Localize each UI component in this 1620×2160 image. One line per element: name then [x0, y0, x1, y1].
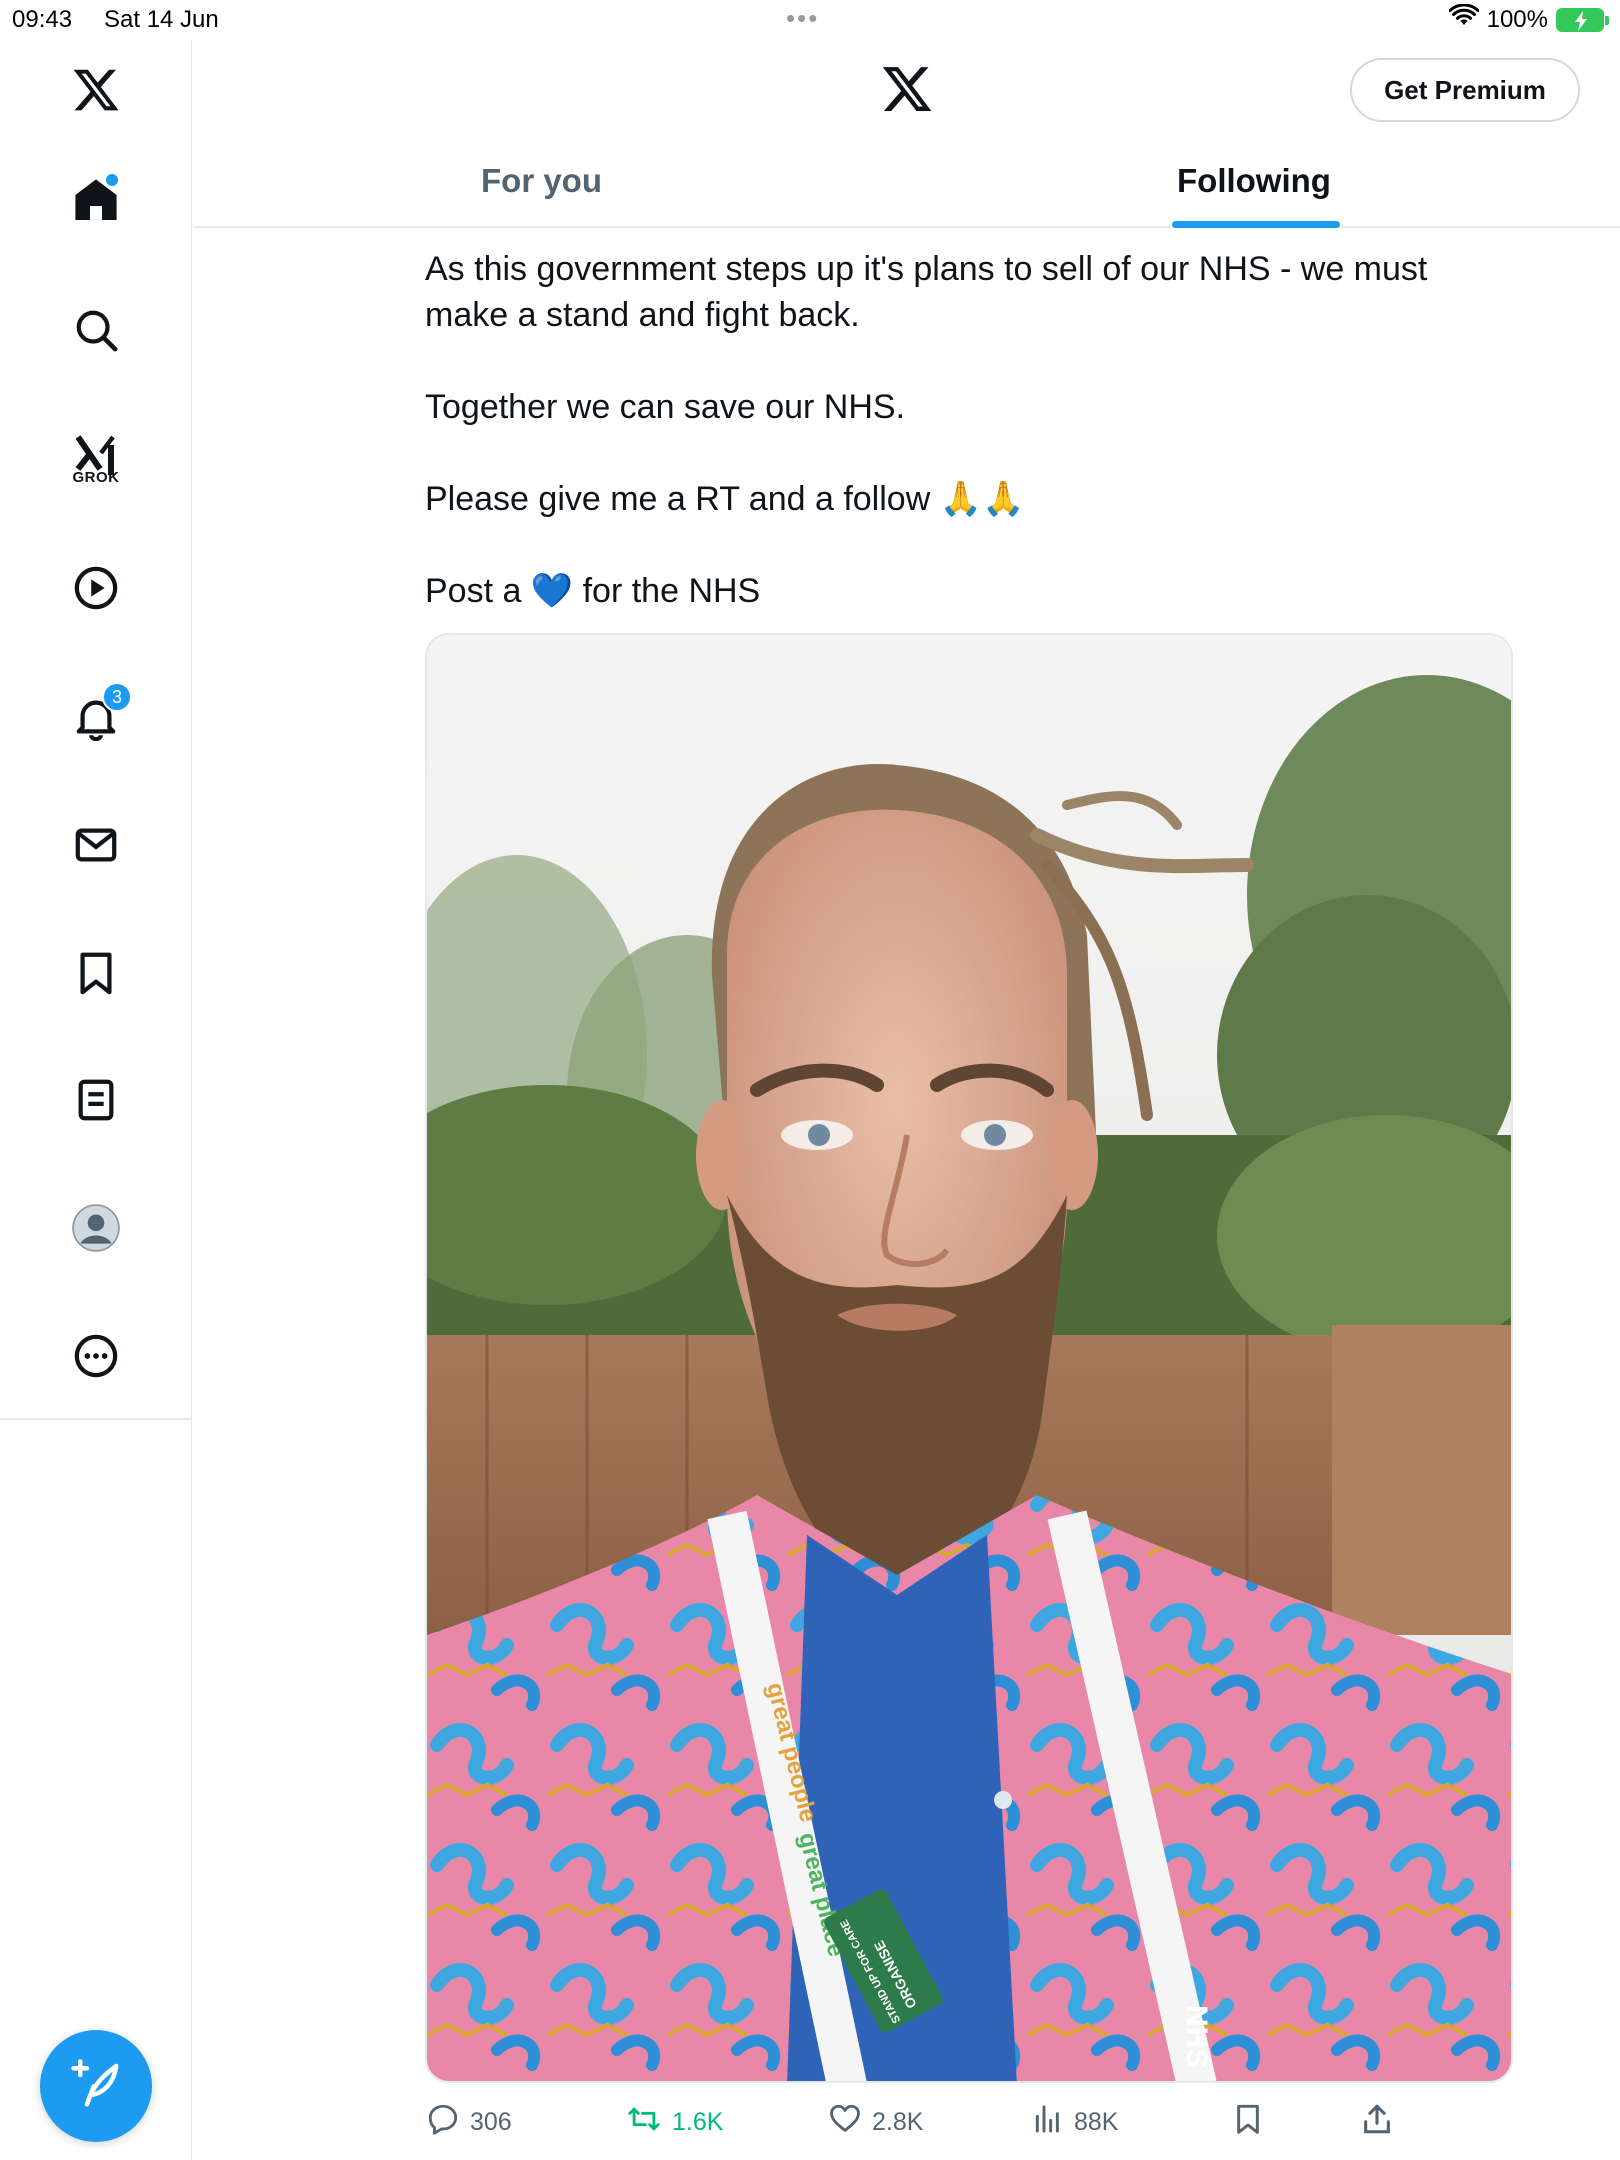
post-line: make a stand and fight back. — [425, 296, 860, 334]
post-line: As this government steps up it's plans t… — [425, 250, 1428, 288]
x-logo-icon[interactable] — [66, 60, 126, 120]
wifi-icon — [1448, 3, 1480, 35]
status-date: Sat 14 Jun — [104, 6, 219, 33]
list-icon[interactable] — [66, 1070, 126, 1130]
status-time: 09:43 — [12, 6, 73, 33]
home-icon[interactable] — [66, 170, 126, 230]
timeline-tabs: For you Following — [193, 140, 1620, 228]
views-button[interactable]: 88K — [1032, 2097, 1118, 2147]
views-icon — [1032, 2103, 1064, 2142]
bookmark-icon[interactable] — [66, 943, 126, 1003]
tab-following[interactable]: Following — [1177, 162, 1331, 200]
status-bar: 09:43 Sat 14 Jun ••• 100% — [0, 0, 1620, 40]
more-icon[interactable] — [66, 1326, 126, 1386]
search-icon[interactable] — [66, 300, 126, 360]
compose-button[interactable] — [40, 2030, 152, 2142]
home-unread-dot — [106, 174, 118, 186]
compose-icon — [69, 2057, 123, 2116]
repost-icon — [626, 2102, 662, 2143]
bell-icon[interactable]: 3 — [66, 682, 132, 748]
reply-count: 306 — [470, 2107, 512, 2136]
lanyard-text: NHS — [1180, 2005, 1213, 2068]
repost-button[interactable]: 1.6K — [626, 2097, 723, 2147]
views-count: 88K — [1074, 2107, 1119, 2136]
heart-icon — [828, 2102, 862, 2143]
mail-icon[interactable] — [66, 815, 126, 875]
grok-label: GROK — [72, 469, 120, 486]
bookmark-icon — [1232, 2102, 1264, 2143]
post-line: Together we can save our NHS. — [425, 388, 906, 426]
post-photo[interactable]: great people great place ORGANISE STAND … — [425, 633, 1513, 2083]
get-premium-button[interactable]: Get Premium — [1350, 58, 1580, 122]
notification-count-badge: 3 — [102, 682, 132, 712]
post-text: As this government steps up it's plans t… — [425, 246, 1535, 614]
share-button[interactable] — [1360, 2097, 1394, 2147]
sidebar: GROK 3 — [0, 40, 192, 2160]
bookmark-button[interactable] — [1232, 2097, 1264, 2147]
share-icon — [1360, 2102, 1394, 2143]
play-icon[interactable] — [66, 558, 126, 618]
battery-charging-icon — [1556, 7, 1609, 32]
x-logo-icon[interactable] — [880, 62, 934, 116]
selfie-photo: great people great place ORGANISE STAND … — [427, 635, 1511, 2081]
avatar-icon[interactable] — [66, 1198, 126, 1258]
reply-icon — [426, 2102, 460, 2143]
tab-for-you[interactable]: For you — [481, 162, 602, 200]
post-line: Post a 💙 for the NHS — [425, 572, 761, 610]
multitasking-dots-icon[interactable]: ••• — [786, 5, 819, 31]
reply-button[interactable]: 306 — [426, 2097, 512, 2147]
active-tab-indicator — [1172, 221, 1340, 228]
sidebar-divider — [0, 1418, 192, 1420]
post-actions: 306 1.6K 2.8K 88K — [420, 2097, 1420, 2147]
grok-icon[interactable]: GROK — [66, 425, 126, 486]
battery-percent: 100% — [1486, 5, 1548, 33]
repost-count: 1.6K — [672, 2107, 724, 2136]
like-button[interactable]: 2.8K — [828, 2097, 923, 2147]
like-count: 2.8K — [872, 2107, 924, 2136]
post-line: Please give me a RT and a follow 🙏🙏 — [425, 480, 1025, 518]
